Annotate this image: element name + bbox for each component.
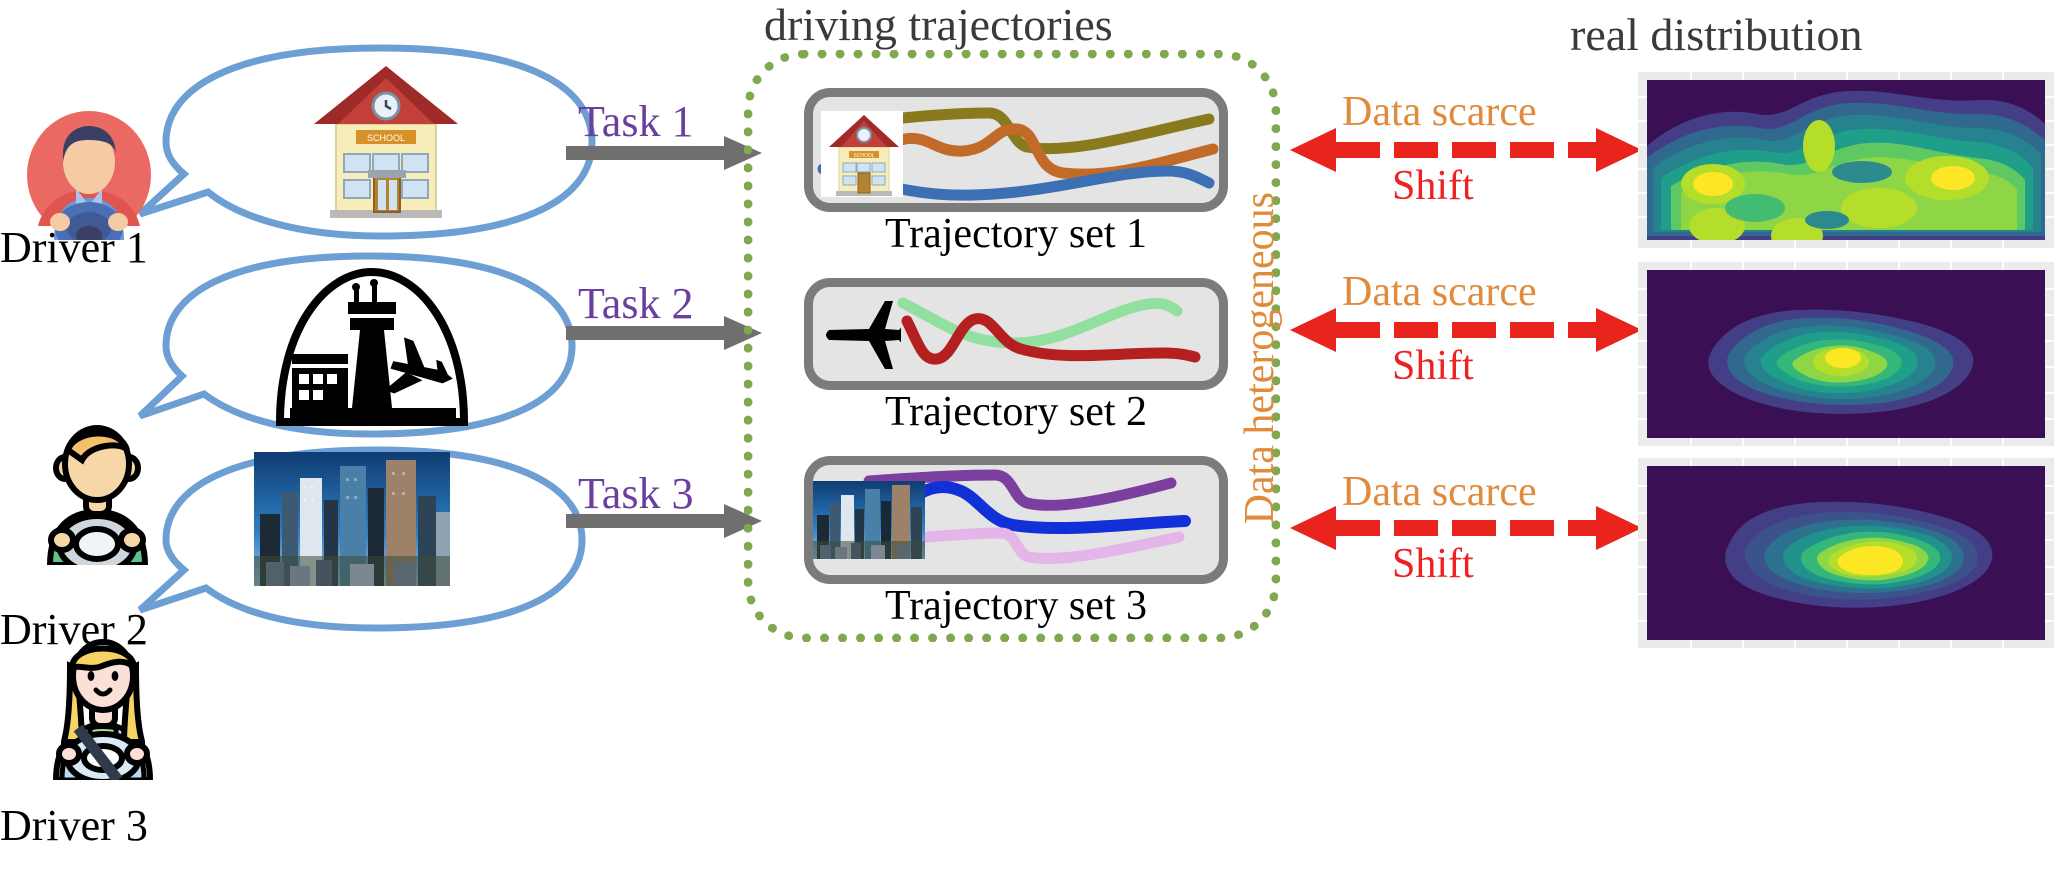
shift-double-arrow-3: [1290, 506, 1642, 550]
figure-canvas: driving trajectories real distribution D…: [0, 0, 2064, 870]
airport-control-tower-airplane-icon: [275, 267, 469, 426]
data-heterogeneous-label: Data heterogeneous: [1237, 192, 1283, 525]
task-1-arrow-icon: [566, 136, 762, 170]
driver-3-label: Driver 3: [0, 801, 148, 850]
city-skyline-photo: [813, 481, 925, 559]
real-distribution-heatmap-2: [1647, 270, 2045, 438]
school-building-icon: SCHOOL: [314, 66, 458, 218]
svg-text:SCHOOL: SCHOOL: [853, 153, 874, 159]
real-distribution-title: real distribution: [1570, 9, 1863, 60]
airplane-icon: [826, 301, 901, 369]
task-2-arrow-icon: [566, 316, 762, 350]
svg-text:SCHOOL: SCHOOL: [367, 133, 405, 143]
shift-double-arrow-2: [1290, 308, 1642, 352]
real-distribution-heatmap-3: [1647, 466, 2045, 640]
trajectory-set-3-panel[interactable]: [804, 456, 1228, 584]
avatar: [27, 111, 151, 240]
trajectory-set-1-panel[interactable]: SCHOOL: [804, 88, 1228, 212]
task-3-arrow-icon: [566, 504, 762, 538]
trajectory-set-2-panel[interactable]: [804, 278, 1228, 390]
driver-2-label: Driver 2: [0, 605, 148, 654]
driving-trajectories-title: driving trajectories: [764, 0, 1113, 50]
driver-1-label: Driver 1: [0, 223, 148, 272]
trajectory-set-3-caption: Trajectory set 3: [884, 583, 1148, 629]
avatar: [46, 425, 149, 565]
real-distribution-heatmap-1: [1647, 80, 2045, 240]
trajectory-set-1-caption: Trajectory set 1: [884, 211, 1148, 257]
school-building-icon: SCHOOL: [821, 111, 903, 197]
trajectory-set-2-caption: Trajectory set 2: [884, 389, 1148, 435]
city-skyline-photo: [254, 452, 450, 586]
shift-double-arrow-1: [1290, 128, 1642, 172]
